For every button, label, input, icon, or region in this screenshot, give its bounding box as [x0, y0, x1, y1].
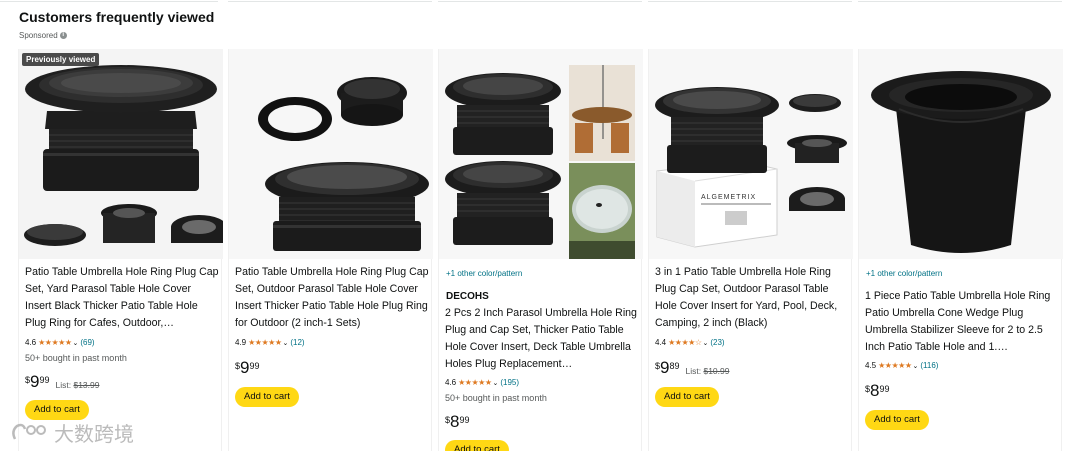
- price-fraction: 99: [249, 361, 260, 371]
- product-title-5[interactable]: 1 Piece Patio Table Umbrella Hole Ring P…: [865, 288, 1059, 356]
- product-card-3: +1 other color/pattern DECOHS 2 Pcs 2 In…: [438, 49, 643, 451]
- price-whole: 9: [240, 358, 250, 377]
- add-to-cart-button-5[interactable]: Add to cart: [865, 410, 929, 430]
- review-count-3[interactable]: (195): [500, 378, 519, 387]
- other-color-link-3[interactable]: +1 other color/pattern: [446, 269, 522, 278]
- review-count-2[interactable]: (12): [290, 338, 304, 347]
- product-image-1[interactable]: Previously viewed: [19, 49, 223, 259]
- product-title-2[interactable]: Patio Table Umbrella Hole Ring Plug Cap …: [235, 264, 429, 332]
- price-whole: 8: [870, 381, 880, 400]
- product-image-2[interactable]: [229, 49, 433, 259]
- rating-value-2: 4.9: [235, 338, 247, 347]
- watermark-text: 大数跨境: [54, 424, 134, 446]
- star-rating-icon-3: ★★★★★: [458, 378, 492, 387]
- product-card-2: Patio Table Umbrella Hole Ring Plug Cap …: [228, 49, 433, 451]
- product-card-4: ALGEMETRIX 3 in 1 Patio Table Umbrella H…: [648, 49, 853, 451]
- bought-count-3: 50+ bought in past month: [445, 393, 547, 403]
- sponsored-text: Sponsored: [19, 31, 58, 40]
- chevron-down-icon[interactable]: ⌄: [282, 339, 288, 347]
- price-2[interactable]: $ 9 99: [235, 359, 260, 377]
- price-3[interactable]: $ 8 99: [445, 413, 470, 431]
- watermark-logo-icon: [12, 423, 46, 440]
- section-title: Customers frequently viewed: [19, 9, 215, 25]
- review-count-1[interactable]: (69): [80, 338, 94, 347]
- price-1[interactable]: $ 9 99 List: $13.99: [25, 373, 99, 391]
- product-image-4[interactable]: ALGEMETRIX: [649, 49, 853, 259]
- previously-viewed-badge: Previously viewed: [22, 53, 100, 66]
- rating-5[interactable]: 4.5 ★★★★★ ⌄ (116): [865, 361, 938, 370]
- chevron-down-icon[interactable]: ⌄: [72, 339, 78, 347]
- rating-4[interactable]: 4.4 ★★★★☆ ⌄ (23): [655, 338, 725, 347]
- add-to-cart-button-2[interactable]: Add to cart: [235, 387, 299, 407]
- star-rating-icon-5: ★★★★★: [878, 361, 912, 370]
- bought-count-1: 50+ bought in past month: [25, 353, 127, 363]
- review-count-4[interactable]: (23): [710, 338, 724, 347]
- price-5[interactable]: $ 8 99: [865, 382, 890, 400]
- rating-value-4: 4.4: [655, 338, 667, 347]
- list-price-value: $10.99: [703, 366, 730, 376]
- brand-name-3: DECOHS: [446, 291, 489, 302]
- list-price-label: List:: [685, 366, 702, 376]
- list-price: List: $13.99: [56, 380, 100, 390]
- price-fraction: 99: [459, 415, 470, 425]
- rating-1[interactable]: 4.6 ★★★★★ ⌄ (69): [25, 338, 95, 347]
- product-card-5: +1 other color/pattern 1 Piece Patio Tab…: [858, 49, 1063, 451]
- product-card-1: Previously viewed Patio Table Umbrella H…: [18, 49, 223, 451]
- rating-value-5: 4.5: [865, 361, 877, 370]
- other-color-link-5[interactable]: +1 other color/pattern: [866, 269, 942, 278]
- price-whole: 8: [450, 412, 460, 431]
- sponsored-label[interactable]: Sponsored i: [19, 31, 67, 40]
- star-rating-icon-4: ★★★★☆: [668, 338, 702, 347]
- section-header: Customers frequently viewed Sponsored i: [19, 9, 215, 40]
- rating-value-3: 4.6: [445, 378, 457, 387]
- product-image-3[interactable]: [439, 49, 643, 259]
- top-divider: [0, 0, 1080, 3]
- price-fraction: 99: [39, 375, 50, 385]
- product-title-3[interactable]: 2 Pcs 2 Inch Parasol Umbrella Hole Ring …: [445, 305, 639, 373]
- price-whole: 9: [30, 372, 40, 391]
- chevron-down-icon[interactable]: ⌄: [702, 339, 708, 347]
- price-4[interactable]: $ 9 89 List: $10.99: [655, 359, 729, 377]
- product-image-5[interactable]: [859, 49, 1063, 259]
- price-fraction: 99: [879, 384, 890, 394]
- list-price-value: $13.99: [73, 380, 100, 390]
- rating-value-1: 4.6: [25, 338, 37, 347]
- add-to-cart-button-1[interactable]: Add to cart: [25, 400, 89, 420]
- list-price: List: $10.99: [686, 366, 730, 376]
- price-whole: 9: [660, 358, 670, 377]
- product-title-1[interactable]: Patio Table Umbrella Hole Ring Plug Cap …: [25, 264, 219, 332]
- star-rating-icon-1: ★★★★★: [38, 338, 72, 347]
- watermark: 大数跨境: [9, 418, 134, 447]
- review-count-5[interactable]: (116): [920, 361, 938, 370]
- list-price-label: List:: [55, 380, 72, 390]
- chevron-down-icon[interactable]: ⌄: [912, 362, 918, 370]
- info-icon[interactable]: i: [59, 32, 67, 40]
- rating-3[interactable]: 4.6 ★★★★★ ⌄ (195): [445, 378, 519, 387]
- add-to-cart-button-4[interactable]: Add to cart: [655, 387, 719, 407]
- product-title-4[interactable]: 3 in 1 Patio Table Umbrella Hole Ring Pl…: [655, 264, 849, 332]
- add-to-cart-button-3[interactable]: Add to cart: [445, 440, 509, 451]
- box-brand-text: ALGEMETRIX: [701, 194, 756, 201]
- chevron-down-icon[interactable]: ⌄: [492, 379, 498, 387]
- rating-2[interactable]: 4.9 ★★★★★ ⌄ (12): [235, 338, 305, 347]
- price-fraction: 89: [669, 361, 680, 371]
- star-rating-icon-2: ★★★★★: [248, 338, 282, 347]
